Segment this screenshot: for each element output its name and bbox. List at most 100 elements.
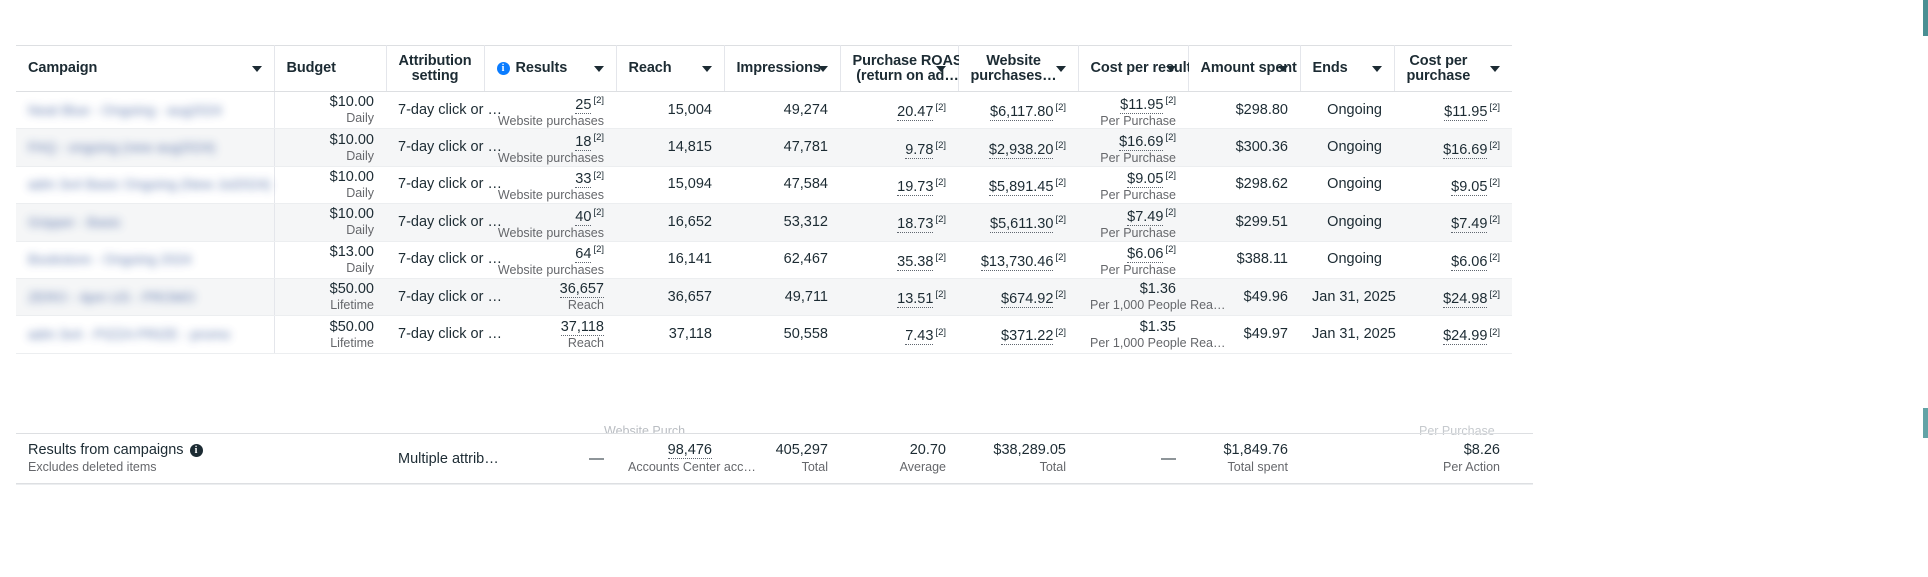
chevron-down-icon[interactable] [1165, 65, 1176, 72]
accent-bar-top-right [1923, 0, 1928, 36]
cell-cost-per-purchase: $11.95 [2] [1394, 91, 1512, 130]
campaign-name-link[interactable]: Gripper - Basic [28, 214, 121, 230]
cell-filler [1512, 278, 1896, 316]
accent-bar-lower-right [1923, 408, 1928, 438]
footnote-marker: [2] [1489, 214, 1500, 226]
cell-impressions: 49,711 [724, 278, 840, 317]
column-header-campaign[interactable]: Campaign [16, 45, 275, 92]
ads-manager-campaign-table-screen: Campaign Budget Attribution setting i Re… [0, 0, 1928, 577]
results-type: Reach [567, 335, 604, 350]
footnote-marker: [2] [1489, 177, 1500, 189]
table-body: Neat Blue - Ongoing - aug2024 $10.00 Daily… [16, 91, 1896, 354]
column-header-amount-spent[interactable]: Amount spent [1188, 45, 1301, 92]
cell-campaign[interactable]: Neat Blue - Ongoing - aug2024 [16, 91, 275, 130]
ends-value: Ongoing [1327, 213, 1382, 230]
column-label-cpp-line2: purchase [1406, 67, 1471, 84]
chevron-down-icon[interactable] [935, 65, 946, 72]
cell-campaign[interactable]: adm 3x4 - PIZZA PRIZE - promo [16, 315, 275, 354]
cell-purchase-roas: 9.78 [2] [840, 128, 958, 167]
roas-value: 7.43 [2] [905, 326, 946, 346]
cell-amount-spent: $298.80 [1188, 91, 1300, 130]
chevron-down-icon[interactable] [1490, 65, 1500, 72]
chevron-down-icon[interactable] [593, 65, 604, 72]
cell-filler [1512, 203, 1896, 242]
cell-reach: 16,141 [616, 241, 724, 279]
table-row[interactable]: FAQ - ongoing (new aug2024) $10.00 Daily 7-… [16, 128, 1896, 167]
chevron-down-icon[interactable] [817, 65, 828, 72]
summary-attribution-cell: Multiple attrib… [386, 434, 499, 485]
column-header-budget[interactable]: Budget [274, 45, 387, 92]
campaign-grid: Campaign Budget Attribution setting i Re… [16, 45, 1896, 354]
budget-type: Daily [346, 185, 374, 200]
chevron-down-icon[interactable] [701, 65, 712, 72]
column-header-cost-per-purchase[interactable]: Cost per purchase [1394, 45, 1512, 92]
column-header-website-purchases[interactable]: Website purchases… [958, 45, 1079, 92]
cell-campaign[interactable]: Bookstore - Ongoing 2024 [16, 241, 275, 279]
cell-cost-per-result: $9.05 [2] Per Purchase [1078, 166, 1188, 205]
reach-value: 15,094 [667, 176, 712, 193]
attribution-value: 7-day click or … [398, 101, 502, 118]
info-icon[interactable]: i [189, 443, 203, 457]
results-type: Website purchases [497, 113, 604, 128]
table-row[interactable]: ZERO - 4pm US - PROMO $50.00 Lifetime 7-day… [16, 278, 1896, 317]
campaign-table: Campaign Budget Attribution setting i Re… [16, 45, 1896, 495]
table-row[interactable]: Gripper - Basic $10.00 Daily 7-day click or… [16, 203, 1896, 242]
table-row[interactable]: Bookstore - Ongoing 2024 $13.00 Daily 7-day… [16, 241, 1896, 279]
cost-per-result-unit: Per 1,000 People Rea… [1090, 298, 1226, 313]
footnote-marker: [2] [935, 214, 946, 226]
column-header-ends[interactable]: Ends [1300, 45, 1395, 92]
cell-filler [1512, 166, 1896, 204]
cell-filler [1512, 241, 1896, 279]
table-row[interactable]: adm 3x4 - PIZZA PRIZE - promo $50.00 Lifet… [16, 315, 1896, 354]
attribution-value: 7-day click or … [398, 326, 502, 343]
impressions-value: 53,312 [783, 213, 828, 230]
chevron-down-icon[interactable] [1371, 65, 1382, 72]
cell-results: 64 [2] Website purchases [484, 241, 616, 279]
cell-campaign[interactable]: ZERO - 4pm US - PROMO [16, 278, 275, 317]
campaign-name-link[interactable]: adm 3x4 Basic Ongoing (New Jul2024) [28, 176, 271, 192]
cell-reach: 14,815 [616, 128, 724, 167]
summary-row: Results from campaigns i Excludes delete… [16, 433, 1896, 485]
column-label-cost-per-result: Cost per result [1090, 60, 1192, 76]
results-value: 33 [2] [575, 169, 604, 189]
column-label-webpurch-line1: Website [986, 52, 1041, 69]
table-row[interactable]: adm 3x4 Basic Ongoing (New Jul2024) $10.0… [16, 166, 1896, 205]
chevron-down-icon[interactable] [1055, 65, 1066, 72]
chevron-down-icon[interactable] [251, 65, 262, 72]
summary-title-cell: Results from campaigns i Excludes delete… [16, 434, 274, 485]
cell-filler [1512, 128, 1896, 167]
summary-cost-per-result-cell: — [1078, 434, 1188, 485]
campaign-name-link[interactable]: adm 3x4 - PIZZA PRIZE - promo [28, 326, 230, 342]
cell-campaign[interactable]: Gripper - Basic [16, 203, 275, 242]
column-header-cost-per-result[interactable]: Cost per result [1078, 45, 1191, 92]
footnote-marker: [2] [935, 102, 946, 114]
table-row[interactable]: Neat Blue - Ongoing - aug2024 $10.00 Daily… [16, 91, 1896, 130]
campaign-name-link[interactable]: FAQ - ongoing (new aug2024) [28, 139, 216, 155]
column-header-results[interactable]: i Results [484, 45, 617, 92]
results-type: Website purchases [497, 151, 604, 165]
column-header-impressions[interactable]: Impressions [724, 45, 841, 92]
campaign-name-link[interactable]: Bookstore - Ongoing 2024 [28, 251, 191, 267]
cell-ends: Jan 31, 2025 [1300, 315, 1396, 354]
website-purchases-value: $5,891.45 [2] [988, 177, 1066, 196]
summary-right-mask [1533, 430, 1928, 490]
cell-ends: Ongoing [1300, 128, 1394, 167]
campaign-name-link[interactable]: Neat Blue - Ongoing - aug2024 [28, 102, 222, 118]
cost-per-result-unit: Per Purchase [1100, 225, 1176, 240]
column-header-attribution-setting[interactable]: Attribution setting [386, 45, 485, 92]
campaign-name-link[interactable]: ZERO - 4pm US - PROMO [28, 289, 195, 305]
info-icon[interactable]: i [496, 62, 510, 75]
summary-amount-spent-sub: Total spent [1227, 460, 1288, 475]
column-header-purchase-roas[interactable]: Purchase ROAS (return on ad… [840, 45, 963, 92]
column-header-reach[interactable]: Reach [616, 45, 725, 92]
chevron-down-icon[interactable] [1277, 65, 1288, 72]
summary-cost-per-purchase-cell: $8.26 Per Action [1394, 434, 1512, 485]
cell-campaign[interactable]: adm 3x4 Basic Ongoing (New Jul2024) [16, 166, 275, 205]
cell-cost-per-result: $1.36 Per 1,000 People Rea… [1078, 278, 1226, 317]
cell-purchase-roas: 7.43 [2] [840, 315, 958, 354]
footnote-marker: [2] [935, 139, 946, 151]
budget-amount: $10.00 [329, 168, 374, 185]
cell-campaign[interactable]: FAQ - ongoing (new aug2024) [16, 128, 275, 167]
cell-attribution: 7-day click or … [386, 315, 502, 354]
cell-reach: 15,004 [616, 91, 724, 130]
